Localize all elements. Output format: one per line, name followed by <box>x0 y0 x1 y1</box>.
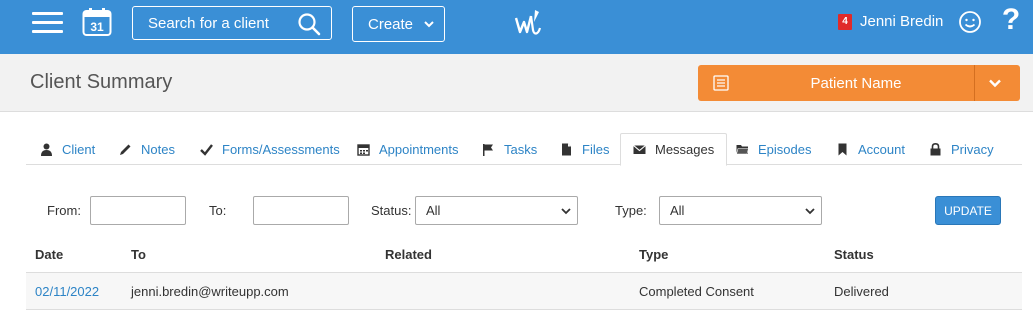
create-dropdown-button[interactable]: Create <box>352 6 445 42</box>
svg-text:31: 31 <box>90 20 104 34</box>
calendar-icon[interactable]: 31 <box>82 7 112 37</box>
type-label: Type: <box>615 203 647 218</box>
update-button[interactable]: UPDATE <box>935 196 1001 225</box>
tab-notes[interactable]: Notes <box>107 133 187 165</box>
checkmark-icon <box>200 143 213 156</box>
column-header-to[interactable]: To <box>131 247 146 262</box>
page-header: Client Summary Patient Name <box>0 54 1033 112</box>
notification-badge[interactable]: 4 <box>838 13 852 30</box>
tab-client[interactable]: Client <box>28 133 107 165</box>
hamburger-menu-icon[interactable] <box>32 12 63 34</box>
button-divider <box>974 65 975 101</box>
type-select[interactable]: All <box>659 196 822 225</box>
page-title: Client Summary <box>30 71 173 93</box>
user-menu[interactable]: 4 Jenni Bredin <box>838 13 943 30</box>
to-date-input[interactable] <box>253 196 349 225</box>
create-label: Create <box>368 15 414 33</box>
lock-icon <box>930 142 941 155</box>
tab-label: Tasks <box>504 141 538 157</box>
tab-privacy[interactable]: Privacy <box>917 133 1006 165</box>
tab-tasks[interactable]: Tasks <box>470 133 549 165</box>
tab-label: Account <box>858 141 905 157</box>
status-select-value: All <box>426 203 441 218</box>
column-header-status[interactable]: Status <box>834 247 874 262</box>
chevron-down-icon <box>424 21 434 28</box>
calendar-icon <box>357 143 370 156</box>
folder-icon <box>736 144 749 154</box>
from-label: From: <box>47 203 81 218</box>
tab-appointments[interactable]: Appointments <box>345 133 471 165</box>
flag-icon <box>483 143 493 156</box>
user-icon <box>41 143 52 156</box>
top-navigation-bar: 31 Create 4 Jenni Bredin ? <box>0 0 1033 54</box>
tab-label: Messages <box>655 142 715 157</box>
tab-label: Forms/Assessments <box>222 141 340 157</box>
message-type: Completed Consent <box>639 284 754 299</box>
help-icon[interactable]: ? <box>1000 3 1022 37</box>
tab-label: Client <box>62 141 96 157</box>
status-select[interactable]: All <box>415 196 578 225</box>
status-label: Status: <box>371 203 412 218</box>
from-date-input[interactable] <box>90 196 186 225</box>
chevron-down-icon[interactable] <box>988 76 1002 90</box>
tab-forms-assessments[interactable]: Forms/Assessments <box>188 133 352 165</box>
tab-files[interactable]: Files <box>548 133 621 165</box>
client-search-box[interactable] <box>132 6 332 40</box>
tab-episodes[interactable]: Episodes <box>724 133 823 165</box>
chevron-down-icon <box>561 208 571 215</box>
notepad-icon <box>713 75 729 91</box>
file-icon <box>562 143 571 155</box>
tab-label: Notes <box>141 141 175 157</box>
tab-label: Privacy <box>951 141 994 157</box>
to-label: To: <box>209 203 227 218</box>
user-name: Jenni Bredin <box>860 13 944 30</box>
type-select-value: All <box>670 203 685 218</box>
envelope-icon <box>633 145 646 154</box>
message-date-link[interactable]: 02/11/2022 <box>35 284 99 299</box>
bookmark-icon <box>838 143 847 155</box>
column-header-related[interactable]: Related <box>385 247 432 262</box>
tab-label: Files <box>582 141 610 157</box>
client-tabs: Client Notes Forms/Assessments Appointme… <box>26 133 1022 166</box>
search-input[interactable] <box>148 14 298 32</box>
writeupp-logo[interactable] <box>513 8 543 40</box>
column-header-type[interactable]: Type <box>639 247 668 262</box>
smiley-icon[interactable] <box>958 10 982 34</box>
message-recipient: jenni.bredin@writeupp.com <box>131 284 289 299</box>
patient-name-button[interactable]: Patient Name <box>698 65 1020 101</box>
tab-account[interactable]: Account <box>824 133 917 165</box>
column-header-date[interactable]: Date <box>35 247 63 262</box>
patient-name-label: Patient Name <box>810 75 902 92</box>
tab-messages[interactable]: Messages <box>620 133 728 166</box>
search-icon[interactable] <box>297 12 321 36</box>
pencil-icon <box>120 144 131 155</box>
message-status: Delivered <box>834 284 889 299</box>
tab-label: Episodes <box>758 141 812 157</box>
tab-label: Appointments <box>379 141 459 157</box>
chevron-down-icon <box>805 208 815 215</box>
